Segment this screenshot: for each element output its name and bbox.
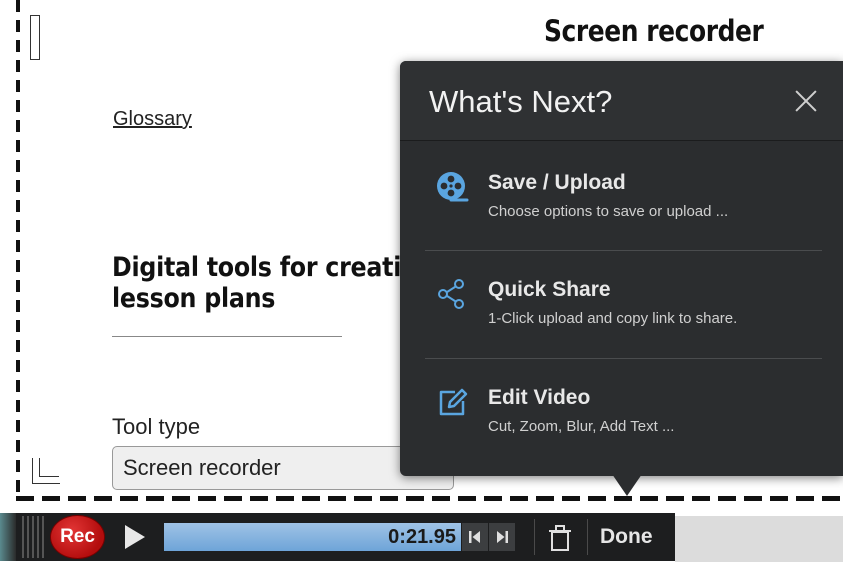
share-icon [435,277,469,311]
timeline-bar[interactable]: 0:21.95 [164,523,461,551]
edit-video-description: Cut, Zoom, Blur, Add Text ... [488,418,675,435]
popup-header: What's Next? [400,61,843,141]
whats-next-popup: What's Next? Save / Upload Choose option… [400,61,843,476]
done-button[interactable]: Done [600,525,653,549]
skip-to-end-button[interactable] [489,523,515,551]
play-icon[interactable] [125,525,145,549]
page-heading: Screen recorder [544,14,764,48]
desktop-edge [0,513,16,561]
glossary-link[interactable]: Glossary [113,108,192,131]
quick-share-option[interactable]: Quick Share 1-Click upload and copy link… [425,253,822,358]
edit-icon [435,385,469,419]
save-upload-title: Save / Upload [488,171,626,194]
trash-icon[interactable] [546,523,574,553]
skip-to-start-button[interactable] [462,523,488,551]
popup-pointer [612,474,642,496]
option-divider [425,250,822,251]
capture-frame-bottom-border [16,496,843,501]
section-divider [112,336,342,337]
edit-video-title: Edit Video [488,386,591,409]
save-upload-option[interactable]: Save / Upload Choose options to save or … [425,146,822,251]
film-reel-icon [435,170,469,204]
quick-share-title: Quick Share [488,278,611,301]
capture-frame-left-border [16,0,20,500]
close-icon[interactable] [792,87,820,115]
capture-frame-bottom-left-handle[interactable] [32,458,60,484]
save-upload-description: Choose options to save or upload ... [488,203,729,220]
record-button[interactable]: Rec [50,515,105,559]
skip-forward-icon [497,531,508,543]
drag-grip-handle[interactable] [22,516,44,558]
recorder-toolbar: Rec 0:21.95 Done [16,513,675,561]
toolbar-separator [534,519,535,555]
toolbar-separator [587,519,588,555]
tool-type-label: Tool type [112,414,201,439]
capture-frame-top-left-handle[interactable] [30,15,40,60]
desktop-background [675,516,843,562]
time-readout: 0:21.95 [388,526,456,548]
skip-back-icon [469,531,480,543]
option-divider [425,358,822,359]
quick-share-description: 1-Click upload and copy link to share. [488,310,738,327]
popup-title: What's Next? [429,84,613,119]
edit-video-option[interactable]: Edit Video Cut, Zoom, Blur, Add Text ... [425,361,822,466]
